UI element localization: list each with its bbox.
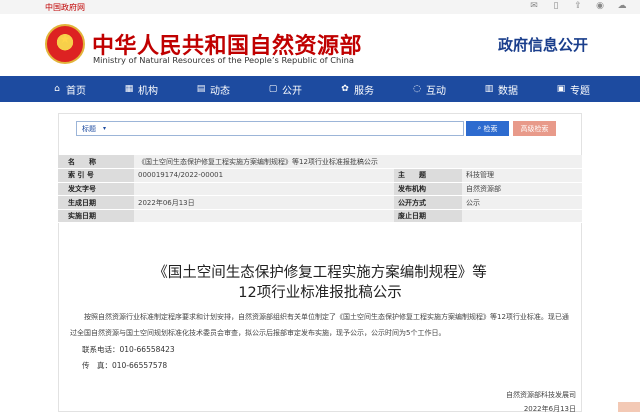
mobile-icon[interactable]: ▯ <box>550 1 562 12</box>
top-bar: 中国政府网 ✉ ▯ ⇪ ◉ ☁ <box>0 0 640 14</box>
nav-item-org[interactable]: ▦ 机构 <box>124 76 196 102</box>
nav-item-data[interactable]: ▥ 数据 <box>484 76 556 102</box>
table-row: 名 称 《国土空间生态保护修复工程实施方案编制规程》等12项行业标准报批稿公示 <box>58 155 582 170</box>
search-icon: ⌕ <box>477 124 482 132</box>
meta-value <box>462 209 582 224</box>
table-row: 索 引 号 000019174/2022-00001 主 题 科技管理 <box>58 168 582 183</box>
meta-value: 2022年06月13日 <box>134 195 394 210</box>
meta-value: 科技管理 <box>462 168 582 183</box>
mail-icon[interactable]: ✉ <box>528 1 540 12</box>
meta-key: 生成日期 <box>58 195 134 210</box>
nav-item-public[interactable]: ▢ 公开 <box>268 76 340 102</box>
main-nav: ⌂ 首页 ▦ 机构 ▤ 动态 ▢ 公开 ✿ 服务 ◌ 互动 ▥ 数据 ▣ 专题 <box>0 76 640 102</box>
doc-icon: ▢ <box>268 84 278 94</box>
table-row: 实施日期 废止日期 <box>58 209 582 224</box>
nav-item-news[interactable]: ▤ 动态 <box>196 76 268 102</box>
article-body: 按照自然资源行业标准制定程序要求和计划安排，自然资源部组织有关单位制定了《国土空… <box>70 313 569 337</box>
meta-key: 主 题 <box>394 168 462 183</box>
meta-value: 自然资源部 <box>462 182 582 197</box>
meta-key: 发文字号 <box>58 182 134 197</box>
site-header: 中华人民共和国自然资源部 Ministry of Natural Resourc… <box>0 14 640 76</box>
nav-item-home[interactable]: ⌂ 首页 <box>52 76 124 102</box>
nav-label: 互动 <box>426 85 446 97</box>
site-title-en: Ministry of Natural Resources of the Peo… <box>93 55 354 65</box>
chart-icon: ▥ <box>484 84 494 94</box>
nav-label: 数据 <box>498 85 518 97</box>
meta-value: 《国土空间生态保护修复工程实施方案编制规程》等12项行业标准报批稿公示 <box>134 155 582 170</box>
home-icon: ⌂ <box>54 84 60 94</box>
meta-key: 实施日期 <box>58 209 134 224</box>
meta-value <box>134 182 394 197</box>
table-row: 发文字号 发布机构 自然资源部 <box>58 182 582 197</box>
gov-portal-link[interactable]: 中国政府网 <box>45 2 85 13</box>
search-field-label[interactable]: 标题 <box>82 124 96 134</box>
meta-key: 名 称 <box>58 155 134 170</box>
meta-key: 索 引 号 <box>58 168 134 183</box>
search-input[interactable]: 标题 ▾ <box>76 121 464 136</box>
meta-value: 公示 <box>462 195 582 210</box>
article-title: 《国土空间生态保护修复工程实施方案编制规程》等 12项行业标准报批稿公示 <box>58 263 582 303</box>
contact-fax: 传 真：010-66557578 <box>82 361 168 370</box>
nav-label: 首页 <box>66 85 86 97</box>
meta-key: 公开方式 <box>394 195 462 210</box>
issuer-signature: 自然资源部科技发展司 <box>506 391 576 399</box>
search-button-label: 检索 <box>483 124 498 133</box>
article-title-line1: 《国土空间生态保护修复工程实施方案编制规程》等 <box>153 265 487 281</box>
article-title-line2: 12项行业标准报批稿公示 <box>238 285 402 301</box>
gov-info-title[interactable]: 政府信息公开 <box>498 34 588 55</box>
table-row: 生成日期 2022年06月13日 公开方式 公示 <box>58 195 582 210</box>
nav-label: 专题 <box>570 85 590 97</box>
chevron-down-icon[interactable]: ▾ <box>103 125 106 132</box>
search-button[interactable]: ⌕ 检索 <box>466 121 509 136</box>
nav-item-interact[interactable]: ◌ 互动 <box>412 76 484 102</box>
top-icons: ✉ ▯ ⇪ ◉ ☁ <box>528 1 628 12</box>
meta-key: 废止日期 <box>394 209 462 224</box>
topic-icon: ▣ <box>556 84 566 94</box>
advanced-search-label: 高级检索 <box>520 124 549 133</box>
news-icon: ▤ <box>196 84 206 94</box>
nav-label: 机构 <box>138 85 158 97</box>
meta-value <box>134 209 394 224</box>
contact-phone: 联系电话：010-66558423 <box>82 345 175 354</box>
wechat-icon[interactable]: ☁ <box>616 1 628 12</box>
watermark-logo <box>618 402 640 412</box>
nav-item-service[interactable]: ✿ 服务 <box>340 76 412 102</box>
issue-date: 2022年6月13日 <box>523 405 576 412</box>
nav-label: 公开 <box>282 85 302 97</box>
building-icon: ▦ <box>124 84 134 94</box>
weibo-icon[interactable]: ◉ <box>594 1 606 12</box>
share-icon[interactable]: ⇪ <box>572 1 584 12</box>
national-emblem-icon[interactable] <box>45 24 85 64</box>
metadata-table: 名 称 《国土空间生态保护修复工程实施方案编制规程》等12项行业标准报批稿公示 … <box>58 155 582 224</box>
advanced-search-button[interactable]: 高级检索 <box>513 121 556 136</box>
nav-label: 服务 <box>354 85 374 97</box>
nav-label: 动态 <box>210 85 230 97</box>
meta-key: 发布机构 <box>394 182 462 197</box>
chat-icon: ◌ <box>413 84 421 94</box>
meta-value: 000019174/2022-00001 <box>134 168 394 183</box>
nav-item-topic[interactable]: ▣ 专题 <box>556 76 628 102</box>
service-icon: ✿ <box>341 84 349 94</box>
